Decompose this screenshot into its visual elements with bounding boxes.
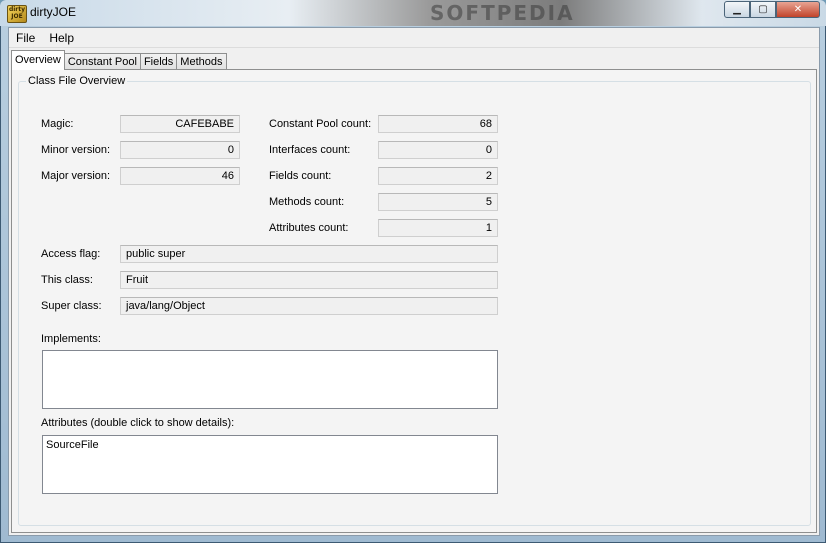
tab-fields[interactable]: Fields xyxy=(139,53,178,70)
constant-pool-count-label: Constant Pool count: xyxy=(269,118,372,130)
window-controls: ▁ ▢ ✕ xyxy=(724,1,820,19)
app-icon-text: dirty JOE xyxy=(8,6,26,20)
interfaces-count-label: Interfaces count: xyxy=(269,144,351,156)
title-bar[interactable]: dirty JOE dirtyJOE SOFTPEDIA ▁ ▢ ✕ xyxy=(0,0,826,26)
methods-count-label: Methods count: xyxy=(269,196,345,208)
class-file-overview-group: Class File Overview Magic: CAFEBABE Mino… xyxy=(18,75,811,526)
this-class-field[interactable]: Fruit xyxy=(120,271,498,289)
fields-count-label: Fields count: xyxy=(269,170,332,182)
access-flag-field[interactable]: public super xyxy=(120,245,498,263)
constant-pool-count-field[interactable]: 68 xyxy=(378,115,498,133)
menu-file[interactable]: File xyxy=(9,31,42,45)
client-area: File Help Overview Constant Pool Fields … xyxy=(8,27,820,536)
watermark: SOFTPEDIA xyxy=(430,1,575,25)
tab-overview[interactable]: Overview xyxy=(11,50,65,70)
list-item[interactable]: SourceFile xyxy=(46,438,494,452)
minor-version-field[interactable]: 0 xyxy=(120,141,240,159)
attributes-count-field[interactable]: 1 xyxy=(378,219,498,237)
tab-constant-pool[interactable]: Constant Pool xyxy=(63,53,141,70)
magic-label: Magic: xyxy=(41,118,74,130)
group-title: Class File Overview xyxy=(26,75,128,87)
maximize-button[interactable]: ▢ xyxy=(750,1,776,18)
menu-help[interactable]: Help xyxy=(42,31,81,45)
attributes-label: Attributes (double click to show details… xyxy=(41,417,235,429)
window-title: dirtyJOE xyxy=(30,5,77,19)
major-version-label: Major version: xyxy=(41,170,111,182)
interfaces-count-field[interactable]: 0 xyxy=(378,141,498,159)
app-window: dirty JOE dirtyJOE SOFTPEDIA ▁ ▢ ✕ File … xyxy=(0,0,826,543)
methods-count-field[interactable]: 5 xyxy=(378,193,498,211)
access-flag-label: Access flag: xyxy=(41,248,101,260)
implements-label: Implements: xyxy=(41,333,101,345)
menu-bar: File Help xyxy=(9,28,819,48)
super-class-label: Super class: xyxy=(41,300,102,312)
implements-list[interactable] xyxy=(42,350,498,409)
tab-methods[interactable]: Methods xyxy=(176,53,227,70)
app-icon[interactable]: dirty JOE xyxy=(7,5,27,23)
major-version-field[interactable]: 46 xyxy=(120,167,240,185)
close-button[interactable]: ✕ xyxy=(776,1,820,18)
attributes-list[interactable]: SourceFile xyxy=(42,435,498,494)
close-icon: ✕ xyxy=(793,4,803,15)
attributes-count-label: Attributes count: xyxy=(269,222,349,234)
minimize-button[interactable]: ▁ xyxy=(724,1,750,18)
this-class-label: This class: xyxy=(41,274,93,286)
super-class-field[interactable]: java/lang/Object xyxy=(120,297,498,315)
overview-panel: Class File Overview Magic: CAFEBABE Mino… xyxy=(11,69,817,533)
minimize-icon: ▁ xyxy=(733,4,741,15)
minor-version-label: Minor version: xyxy=(41,144,111,156)
maximize-icon: ▢ xyxy=(758,4,768,15)
magic-field[interactable]: CAFEBABE xyxy=(120,115,240,133)
tab-strip: Overview Constant Pool Fields Methods xyxy=(11,50,227,70)
fields-count-field[interactable]: 2 xyxy=(378,167,498,185)
